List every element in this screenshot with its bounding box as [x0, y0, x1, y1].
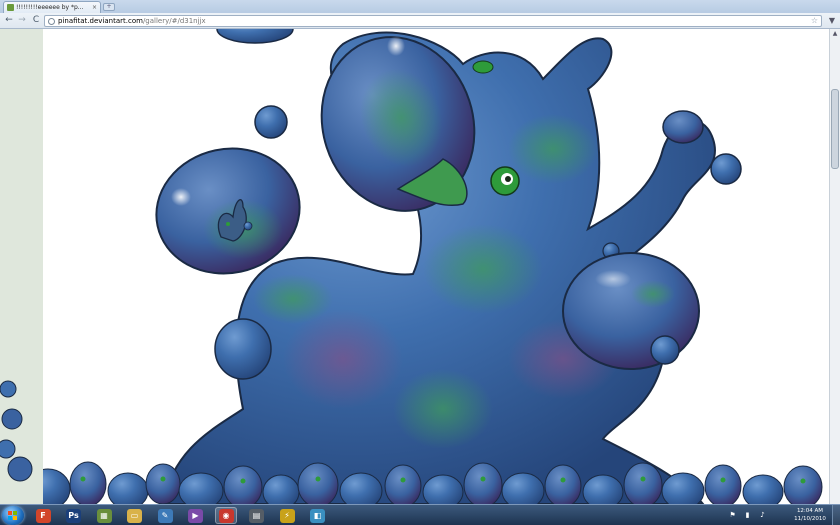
tab-strip: !!!!!!!!!eeeeee by *p... × +	[0, 0, 840, 13]
paint-icon-glyph: ✎	[157, 508, 173, 523]
bookmark-star-icon[interactable]: ☆	[811, 16, 818, 26]
media-player-icon-glyph: ▶	[188, 508, 203, 523]
calculator-icon[interactable]: ▤	[246, 507, 268, 524]
start-button[interactable]	[2, 506, 24, 525]
browser-toolbar: ← → C pinafitat.deviantart.com/gallery/#…	[0, 13, 840, 29]
tab-close-icon[interactable]: ×	[92, 4, 97, 11]
slime-creature-artwork	[43, 29, 823, 504]
page-menu-button[interactable]: ▼	[826, 15, 838, 27]
screen: !!!!!!!!!eeeeee by *p... × + ← → C pinaf…	[0, 0, 840, 525]
volume-icon[interactable]: ♪	[758, 511, 767, 520]
photo-viewer-icon-glyph: ▦	[96, 508, 112, 523]
new-tab-button[interactable]: +	[103, 3, 115, 11]
show-desktop-button[interactable]	[832, 505, 840, 525]
windows-logo-icon	[8, 511, 18, 520]
screenshot-icon-glyph: ◧	[310, 508, 325, 523]
back-button[interactable]: ←	[4, 15, 14, 26]
system-clock[interactable]: 12:04 AM 11/10/2010	[792, 507, 828, 524]
reload-button[interactable]: C	[31, 15, 41, 26]
url-host: pinafitat.deviantart.com	[58, 17, 143, 25]
firefox-icon[interactable]: F	[32, 507, 54, 524]
desktop-left-edge	[0, 380, 33, 482]
url-text: pinafitat.deviantart.com/gallery/#/d31nj…	[58, 17, 206, 25]
page-content: ▲	[0, 29, 840, 504]
winamp-icon[interactable]: ⚡	[276, 507, 298, 524]
url-path: /gallery/#/d31njjx	[142, 17, 206, 25]
system-tray: ⚑ ▮ ♪	[728, 507, 796, 524]
address-bar[interactable]: pinafitat.deviantart.com/gallery/#/d31nj…	[44, 15, 822, 27]
photoshop-icon-glyph: Ps	[66, 508, 81, 523]
folder-icon-glyph: ▭	[127, 508, 142, 523]
photoshop-icon[interactable]: Ps	[63, 507, 85, 524]
deviantart-favicon-icon	[7, 4, 14, 11]
winamp-icon-glyph: ⚡	[279, 508, 295, 523]
calculator-icon-glyph: ▤	[249, 508, 264, 523]
media-player-icon[interactable]: ▶	[185, 507, 207, 524]
windows-taskbar: F Ps ▦ ▭ ✎ ▶ ◉ ▤ ⚡ ◧ ⚑ ▮ ♪ 12:04 AM 11/10/2010	[0, 504, 840, 525]
network-icon[interactable]: ▮	[743, 511, 752, 520]
clock-time: 12:04 AM	[796, 508, 824, 514]
forward-button[interactable]: →	[17, 15, 27, 26]
scroll-up-arrow-icon[interactable]: ▲	[830, 29, 840, 39]
page-scrollbar[interactable]: ▲	[829, 29, 840, 504]
chrome-icon[interactable]: ◉	[215, 507, 237, 524]
browser-tab[interactable]: !!!!!!!!!eeeeee by *p... ×	[3, 1, 101, 13]
paint-icon[interactable]: ✎	[154, 507, 176, 524]
chrome-icon-glyph: ◉	[218, 508, 234, 523]
globe-icon	[48, 17, 55, 25]
scroll-thumb[interactable]	[831, 89, 839, 169]
folder-icon[interactable]: ▭	[124, 507, 146, 524]
photo-viewer-icon[interactable]: ▦	[93, 507, 115, 524]
flag-icon[interactable]: ⚑	[728, 511, 737, 520]
screenshot-icon[interactable]: ◧	[307, 507, 329, 524]
firefox-icon-glyph: F	[35, 508, 51, 523]
tab-title: !!!!!!!!!eeeeee by *p...	[16, 4, 84, 11]
clock-date: 11/10/2010	[794, 516, 826, 522]
deviation-image[interactable]	[43, 29, 829, 504]
